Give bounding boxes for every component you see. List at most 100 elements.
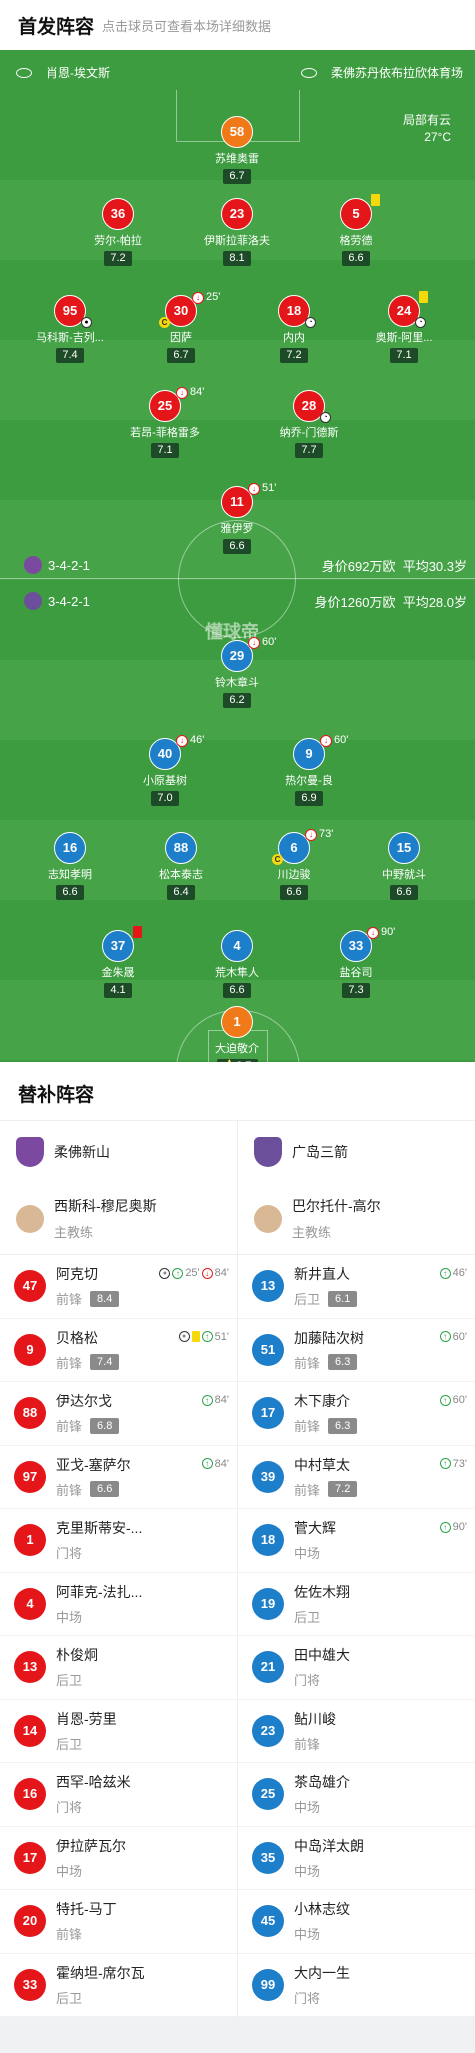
home-coach[interactable]: 西斯科-穆尼奥斯 主教练	[0, 1183, 237, 1255]
bench-player-number: 17	[14, 1841, 46, 1874]
bench-player-row[interactable]: 47 阿克切 前锋 8.4 ● ↑ 25' ↓ 84'	[0, 1255, 237, 1319]
pitch-player[interactable]: 88 松本泰志 6.4	[126, 832, 236, 900]
rating-value: 6.6	[229, 984, 245, 996]
bench-player-row[interactable]: 39 中村草太 前锋 7.2 ↑ 73'	[238, 1446, 475, 1509]
stadium-icon	[300, 67, 317, 78]
pitch-player[interactable]: 15 中野就斗 6.6	[349, 832, 459, 900]
away-formation-text: 3-4-2-1	[48, 593, 90, 609]
pitch-player[interactable]: 25 若昂-菲格雷多 7.1 ↓ 84'	[110, 386, 220, 458]
stadium-info: 柔佛苏丹依布拉欣体育场	[300, 64, 463, 81]
bench-player-row[interactable]: 45 小林志纹 中场	[238, 1890, 475, 1954]
bench-player-row[interactable]: 33 霍纳坦-席尔瓦 后卫	[0, 1954, 237, 2017]
bench-player-number: 13	[252, 1270, 284, 1303]
bench-player-row[interactable]: 17 伊拉萨瓦尔 中场	[0, 1827, 237, 1890]
sub-in-icon: ↑	[201, 1394, 213, 1406]
bench-player-row[interactable]: 23 鲇川峻 前锋	[238, 1700, 475, 1763]
bench-player-row[interactable]: 9 贝格松 前锋 7.4 ● ↑ 51'	[0, 1319, 237, 1382]
pitch-player[interactable]: 36 劳尔-帕拉 7.2	[63, 198, 173, 266]
bench-player-name: 特托-马丁	[56, 1901, 117, 1918]
home-team-name: 柔佛新山	[54, 1144, 110, 1160]
away-coach[interactable]: 巴尔托什-高尔 主教练	[238, 1183, 475, 1255]
captain-icon: C	[159, 317, 170, 328]
bench-player-row[interactable]: 16 西罕-哈兹米 门将	[0, 1763, 237, 1827]
pitch-player[interactable]: 6 川边骏 6.6 ↓ 73' C	[239, 828, 349, 900]
bench-player-rating: 7.4	[90, 1354, 120, 1371]
bench-player-row[interactable]: 13 新井直人 后卫 6.1 ↑ 46'	[238, 1255, 475, 1319]
sub-minute: 51'	[214, 1330, 229, 1343]
assist-icon: ◔	[320, 412, 331, 423]
pitch-player[interactable]: 23 伊斯拉菲洛夫 8.1	[182, 198, 292, 266]
player-rating: 7.4	[56, 348, 84, 363]
sub-minute: 84'	[190, 386, 205, 398]
bench-player-row[interactable]: 4 阿菲克-法扎... 中场	[0, 1573, 237, 1636]
pitch-player[interactable]: 24 奥斯-阿里... 7.1 ◔	[349, 291, 459, 363]
substitutes-section: 替补阵容 柔佛新山 西斯科-穆尼奥斯 主教练 47 阿克切 前锋 8.4 ● ↑ 25' ↓ 8…	[0, 1062, 475, 2017]
sub-minute: 84'	[214, 1267, 229, 1279]
pitch-player[interactable]: 11 雅伊罗 6.6 ↓ 51'	[182, 482, 292, 554]
sub-in-icon: ↑	[439, 1331, 451, 1342]
sub-minute: 84'	[214, 1394, 229, 1406]
bench-player-name: 伊拉萨瓦尔	[56, 1837, 126, 1854]
bench-player-row[interactable]: 1 克里斯蒂安-... 门将	[0, 1509, 237, 1573]
player-name: 雅伊罗	[220, 523, 254, 535]
pitch-player[interactable]: 4 荒木隼人 6.6	[182, 930, 292, 998]
away-team-header[interactable]: 广岛三箭	[238, 1121, 475, 1183]
sub-minute: 25'	[185, 1267, 200, 1279]
player-number: 36	[102, 198, 134, 230]
bench-player-name: 西罕-哈兹米	[56, 1774, 131, 1791]
bench-player-row[interactable]: 13 朴俊炯 后卫	[0, 1636, 237, 1700]
bench-player-row[interactable]: 17 木下康介 前锋 6.3 ↑ 60'	[238, 1382, 475, 1446]
pitch-player[interactable]: 30 因萨 6.7 ↓ 25' C	[126, 291, 236, 363]
coach-avatar	[16, 1204, 44, 1233]
bench-player-row[interactable]: 20 特托-马丁 前锋	[0, 1890, 237, 1954]
pitch-player[interactable]: 95 马科斯-吉列... 7.4 ●	[15, 295, 125, 363]
bench-player-row[interactable]: 51 加藤陆次树 前锋 6.3 ↑ 60'	[238, 1319, 475, 1382]
pitch-player[interactable]: 58 苏维奥雷 6.7	[182, 116, 292, 184]
bench-player-name: 亚戈-塞萨尔	[56, 1456, 131, 1473]
bench-player-number: 19	[252, 1587, 284, 1620]
rating-value: 7.3	[348, 984, 364, 996]
bench-player-position: 后卫	[56, 1673, 83, 1689]
player-name: 苏维奥雷	[215, 153, 259, 165]
coach-role: 主教练	[292, 1225, 332, 1240]
player-rating: 6.4	[167, 885, 195, 900]
pitch-player[interactable]: 1大迫敬介⭐8.7	[182, 1006, 292, 1062]
pitch-player[interactable]: 29 铃木章斗 6.2 ↓ 60'	[182, 636, 292, 708]
player-rating: 6.6	[280, 885, 308, 900]
pitch-player[interactable]: 37 金朱晟 4.1	[63, 924, 173, 998]
home-value-text: 身价692万欧	[321, 559, 396, 574]
pitch-player[interactable]: 5 格劳德 6.6	[301, 194, 411, 266]
sub-minute: 25'	[206, 291, 221, 303]
bench-player-row[interactable]: 21 田中雄大 门将	[238, 1636, 475, 1700]
player-number: 58	[221, 116, 253, 148]
bench-player-row[interactable]: 35 中岛洋太朗 中场	[238, 1827, 475, 1890]
player-name: 志知孝明	[48, 869, 92, 881]
player-name: 若昂-菲格雷多	[130, 427, 200, 439]
pitch-player[interactable]: 40 小原基树 7.0 ↓ 46'	[110, 734, 220, 806]
pitch-player[interactable]: 28 纳乔-门德斯 7.7 ◔	[254, 390, 364, 458]
bench-player-row[interactable]: 97 亚戈-塞萨尔 前锋 6.6 ↑ 84'	[0, 1446, 237, 1509]
bench-player-row[interactable]: 18 菅大辉 中场 ↑ 90'	[238, 1509, 475, 1573]
bench-player-row[interactable]: 25 茶岛雄介 中场	[238, 1763, 475, 1827]
bench-player-rating: 6.8	[90, 1417, 120, 1434]
sub-in-icon: ↑	[439, 1267, 451, 1279]
pitch-player[interactable]: 18 内内 7.2 ◔	[239, 295, 349, 363]
player-number: 88	[165, 832, 197, 864]
pitch-player[interactable]: 9 热尔曼-良 6.9 ↓ 60'	[254, 734, 364, 806]
home-team-header[interactable]: 柔佛新山	[0, 1121, 237, 1183]
bench-player-position: 门将	[294, 1673, 321, 1689]
rating-value: 6.4	[173, 886, 189, 898]
bench-player-row[interactable]: 99 大内一生 门将	[238, 1954, 475, 2017]
bench-player-number: 17	[252, 1397, 284, 1430]
bench-player-row[interactable]: 88 伊达尔戈 前锋 6.8 ↑ 84'	[0, 1382, 237, 1446]
coach-name: 巴尔托什-高尔	[292, 1198, 381, 1214]
bench-player-number: 25	[252, 1778, 284, 1811]
bench-player-row[interactable]: 19 佐佐木翔 后卫	[238, 1573, 475, 1636]
player-name: 荒木隼人	[215, 967, 259, 979]
away-crest-icon	[24, 592, 42, 610]
bench-player-events: ↑ 60'	[439, 1331, 467, 1343]
bench-player-events: ↑ 90'	[439, 1521, 467, 1533]
bench-player-row[interactable]: 14 肖恩-劳里 后卫	[0, 1700, 237, 1763]
pitch-player[interactable]: 16 志知孝明 6.6	[15, 832, 125, 900]
pitch-player[interactable]: 33 盐谷司 7.3 ↓ 90'	[301, 926, 411, 998]
